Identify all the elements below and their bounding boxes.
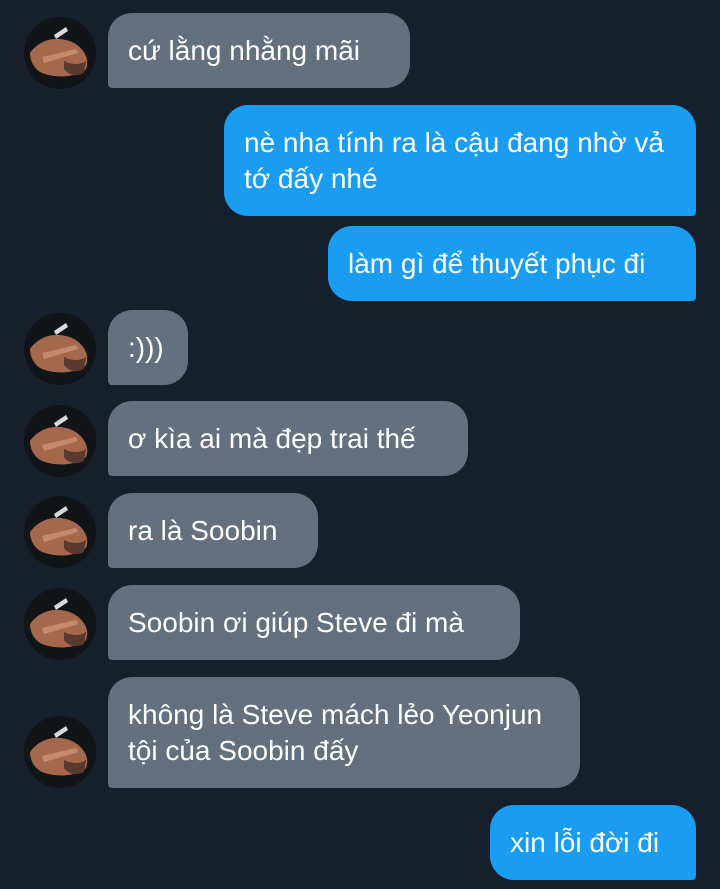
avatar[interactable] xyxy=(24,496,96,568)
outgoing-message-bubble[interactable]: xin lỗi đời đi xyxy=(490,805,696,880)
message-text: ra là Soobin xyxy=(128,514,278,546)
avatar[interactable] xyxy=(24,588,96,660)
incoming-message-bubble[interactable]: ra là Soobin xyxy=(108,493,318,568)
message-text: cứ lằng nhằng mãi xyxy=(128,34,360,66)
message-text: :))) xyxy=(128,331,164,363)
message-text: làm gì để thuyết phục đi xyxy=(348,247,646,279)
message-text: Soobin ơi giúp Steve đi mà xyxy=(128,606,464,638)
incoming-message-bubble[interactable]: không là Steve mách lẻo Yeonjun tội của … xyxy=(108,677,580,788)
message-text: ơ kìa ai mà đẹp trai thế xyxy=(128,422,416,454)
incoming-message-bubble[interactable]: ơ kìa ai mà đẹp trai thế xyxy=(108,401,468,476)
avatar[interactable] xyxy=(24,716,96,788)
chat-screen: { "messages": [ {"side": "incoming", "te… xyxy=(0,0,720,889)
incoming-message-bubble[interactable]: :))) xyxy=(108,310,188,385)
incoming-message-bubble[interactable]: cứ lằng nhằng mãi xyxy=(108,13,410,88)
outgoing-message-bubble[interactable]: nè nha tính ra là cậu đang nhờ vả tớ đấy… xyxy=(224,105,696,216)
avatar[interactable] xyxy=(24,17,96,89)
avatar[interactable] xyxy=(24,313,96,385)
incoming-message-bubble[interactable]: Soobin ơi giúp Steve đi mà xyxy=(108,585,520,660)
avatar[interactable] xyxy=(24,405,96,477)
message-text: xin lỗi đời đi xyxy=(510,826,660,858)
outgoing-message-bubble[interactable]: làm gì để thuyết phục đi xyxy=(328,226,696,301)
message-text: nè nha tính ra là cậu đang nhờ vả tớ đấy… xyxy=(244,126,664,194)
message-text: không là Steve mách lẻo Yeonjun tội của … xyxy=(128,698,543,766)
